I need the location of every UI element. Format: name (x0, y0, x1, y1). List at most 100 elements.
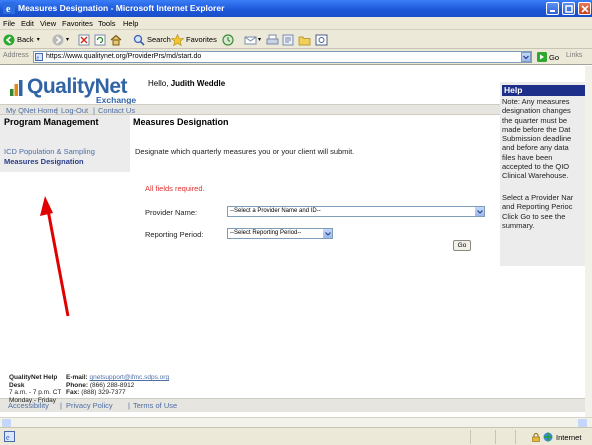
period-label: Reporting Period: (145, 230, 204, 239)
address-dropdown[interactable] (521, 52, 531, 62)
nav-contact-us[interactable]: Contact Us (98, 106, 135, 115)
footer-separator: | (128, 401, 130, 410)
greeting: Hello, Judith Weddle (148, 79, 225, 88)
favorites-label: Favorites (186, 35, 217, 44)
menu-help[interactable]: Help (123, 19, 138, 28)
forward-dropdown-icon[interactable]: ▾ (66, 36, 69, 43)
security-zone: Internet (532, 432, 581, 442)
menu-file[interactable]: File (3, 19, 15, 28)
footer-contact: E-mail: qnetsupport@ifmc.sdps.org Phone:… (66, 374, 169, 397)
mail-icon (244, 36, 257, 44)
vertical-scrollbar[interactable] (585, 66, 592, 417)
footer-privacy-policy[interactable]: Privacy Policy (66, 401, 113, 410)
help-heading: Help (502, 85, 585, 96)
minimize-button[interactable] (546, 2, 559, 15)
period-select-value: --Select Reporting Period-- (230, 230, 302, 236)
edit-icon (282, 34, 294, 45)
horizontal-scrollbar[interactable] (0, 417, 592, 427)
help-note: Note: Any measures designation changes t… (502, 97, 572, 181)
globe-icon (543, 432, 553, 442)
scroll-left-button[interactable] (2, 419, 11, 427)
print-icon (266, 34, 279, 44)
address-url: https://www.qualitynet.org/ProviderPrs/m… (46, 53, 202, 60)
nav-separator: | (56, 106, 58, 115)
discuss-icon (315, 34, 328, 45)
sidebar-item-icd-population[interactable]: ICD Population & Sampling (4, 147, 95, 156)
support-email-link[interactable]: qnetsupport@ifmc.sdps.org (89, 374, 169, 381)
lock-icon (532, 432, 540, 442)
links-label[interactable]: Links (566, 52, 582, 59)
svg-text:e: e (6, 4, 11, 14)
user-name: Judith Weddle (170, 79, 226, 88)
folder-button[interactable] (298, 32, 311, 47)
star-icon (171, 33, 184, 46)
back-button[interactable]: Back ▾ (3, 32, 40, 47)
help-instructions: Select a Provider Nar and Reporting Peri… (502, 193, 574, 230)
greeting-text: Hello, (148, 79, 171, 88)
close-button[interactable] (578, 2, 591, 15)
menu-edit[interactable]: Edit (21, 19, 34, 28)
period-select[interactable]: --Select Reporting Period-- (227, 228, 333, 239)
page-content: QualityNet Exchange Hello, Judith Weddle… (0, 66, 585, 417)
svg-text:e: e (37, 56, 40, 62)
favorites-button[interactable]: Favorites (171, 32, 217, 47)
address-go-button[interactable]: Go (537, 52, 559, 62)
provider-select[interactable]: --Select a Provider Name and ID-- (227, 206, 485, 217)
folder-icon (298, 36, 311, 45)
sidebar-item-measures-designation[interactable]: Measures Designation (4, 157, 84, 166)
maximize-button[interactable] (562, 2, 575, 15)
help-desk-title: QualityNet Help Desk (9, 374, 58, 389)
toolbar: Back ▾ ▾ Search Favorites ▾ (0, 30, 592, 49)
back-dropdown-icon[interactable]: ▾ (37, 36, 40, 43)
stop-button[interactable] (78, 32, 90, 47)
menu-favorites[interactable]: Favorites (62, 19, 93, 28)
forward-button[interactable]: ▾ (52, 32, 69, 47)
go-label: Go (549, 52, 560, 62)
search-label: Search (147, 35, 171, 44)
home-icon (110, 34, 122, 45)
address-input[interactable]: https://www.qualitynet.org/ProviderPrs/m… (33, 51, 532, 63)
home-button[interactable] (110, 32, 122, 47)
print-button[interactable] (266, 32, 279, 47)
menu-tools[interactable]: Tools (98, 19, 116, 28)
status-bar: e Internet (0, 427, 592, 445)
window-title: Measures Designation - Microsoft Interne… (18, 3, 225, 13)
phone-number: (866) 288-8912 (89, 381, 135, 389)
phone-label: Phone: (66, 381, 89, 389)
scroll-right-button[interactable] (578, 419, 587, 427)
history-button[interactable] (222, 32, 234, 47)
minimize-icon (550, 10, 555, 12)
menu-view[interactable]: View (40, 19, 56, 28)
required-note: All fields required. (145, 184, 205, 193)
footer-links: Accessibility | Privacy Policy | Terms o… (0, 398, 585, 412)
discuss-button[interactable] (315, 32, 328, 47)
search-button[interactable]: Search (133, 32, 171, 47)
status-divider (470, 430, 471, 444)
provider-select-value: --Select a Provider Name and ID-- (230, 208, 321, 214)
edit-button[interactable] (282, 32, 295, 47)
refresh-button[interactable] (94, 32, 106, 47)
close-icon (581, 5, 589, 13)
page-status-icon: e (4, 431, 15, 442)
stop-icon (78, 34, 90, 45)
chevron-down-icon (323, 229, 332, 238)
page-title: Measures Designation (133, 117, 229, 127)
chevron-down-icon (475, 207, 484, 216)
top-nav: My QNet Home | Log-Out | Contact Us (0, 104, 585, 115)
go-button[interactable]: Go (453, 240, 471, 251)
mail-dropdown-icon[interactable]: ▾ (258, 36, 261, 43)
mail-button[interactable]: ▾ (244, 32, 261, 47)
nav-my-qnet-home[interactable]: My QNet Home (6, 106, 58, 115)
window-titlebar[interactable]: e Measures Designation - Microsoft Inter… (0, 0, 592, 17)
back-label: Back (17, 35, 34, 44)
back-arrow-icon (3, 34, 15, 45)
fax-number: (888) 329-7377 (81, 389, 126, 396)
provider-label: Provider Name: (145, 208, 198, 217)
sidebar-heading: Program Management (4, 117, 99, 127)
address-label: Address (3, 52, 29, 59)
zone-label: Internet (556, 432, 582, 442)
page-icon: e (35, 53, 43, 61)
maximize-icon (565, 5, 573, 13)
nav-log-out[interactable]: Log-Out (61, 106, 88, 115)
footer-terms[interactable]: Terms of Use (133, 401, 177, 410)
